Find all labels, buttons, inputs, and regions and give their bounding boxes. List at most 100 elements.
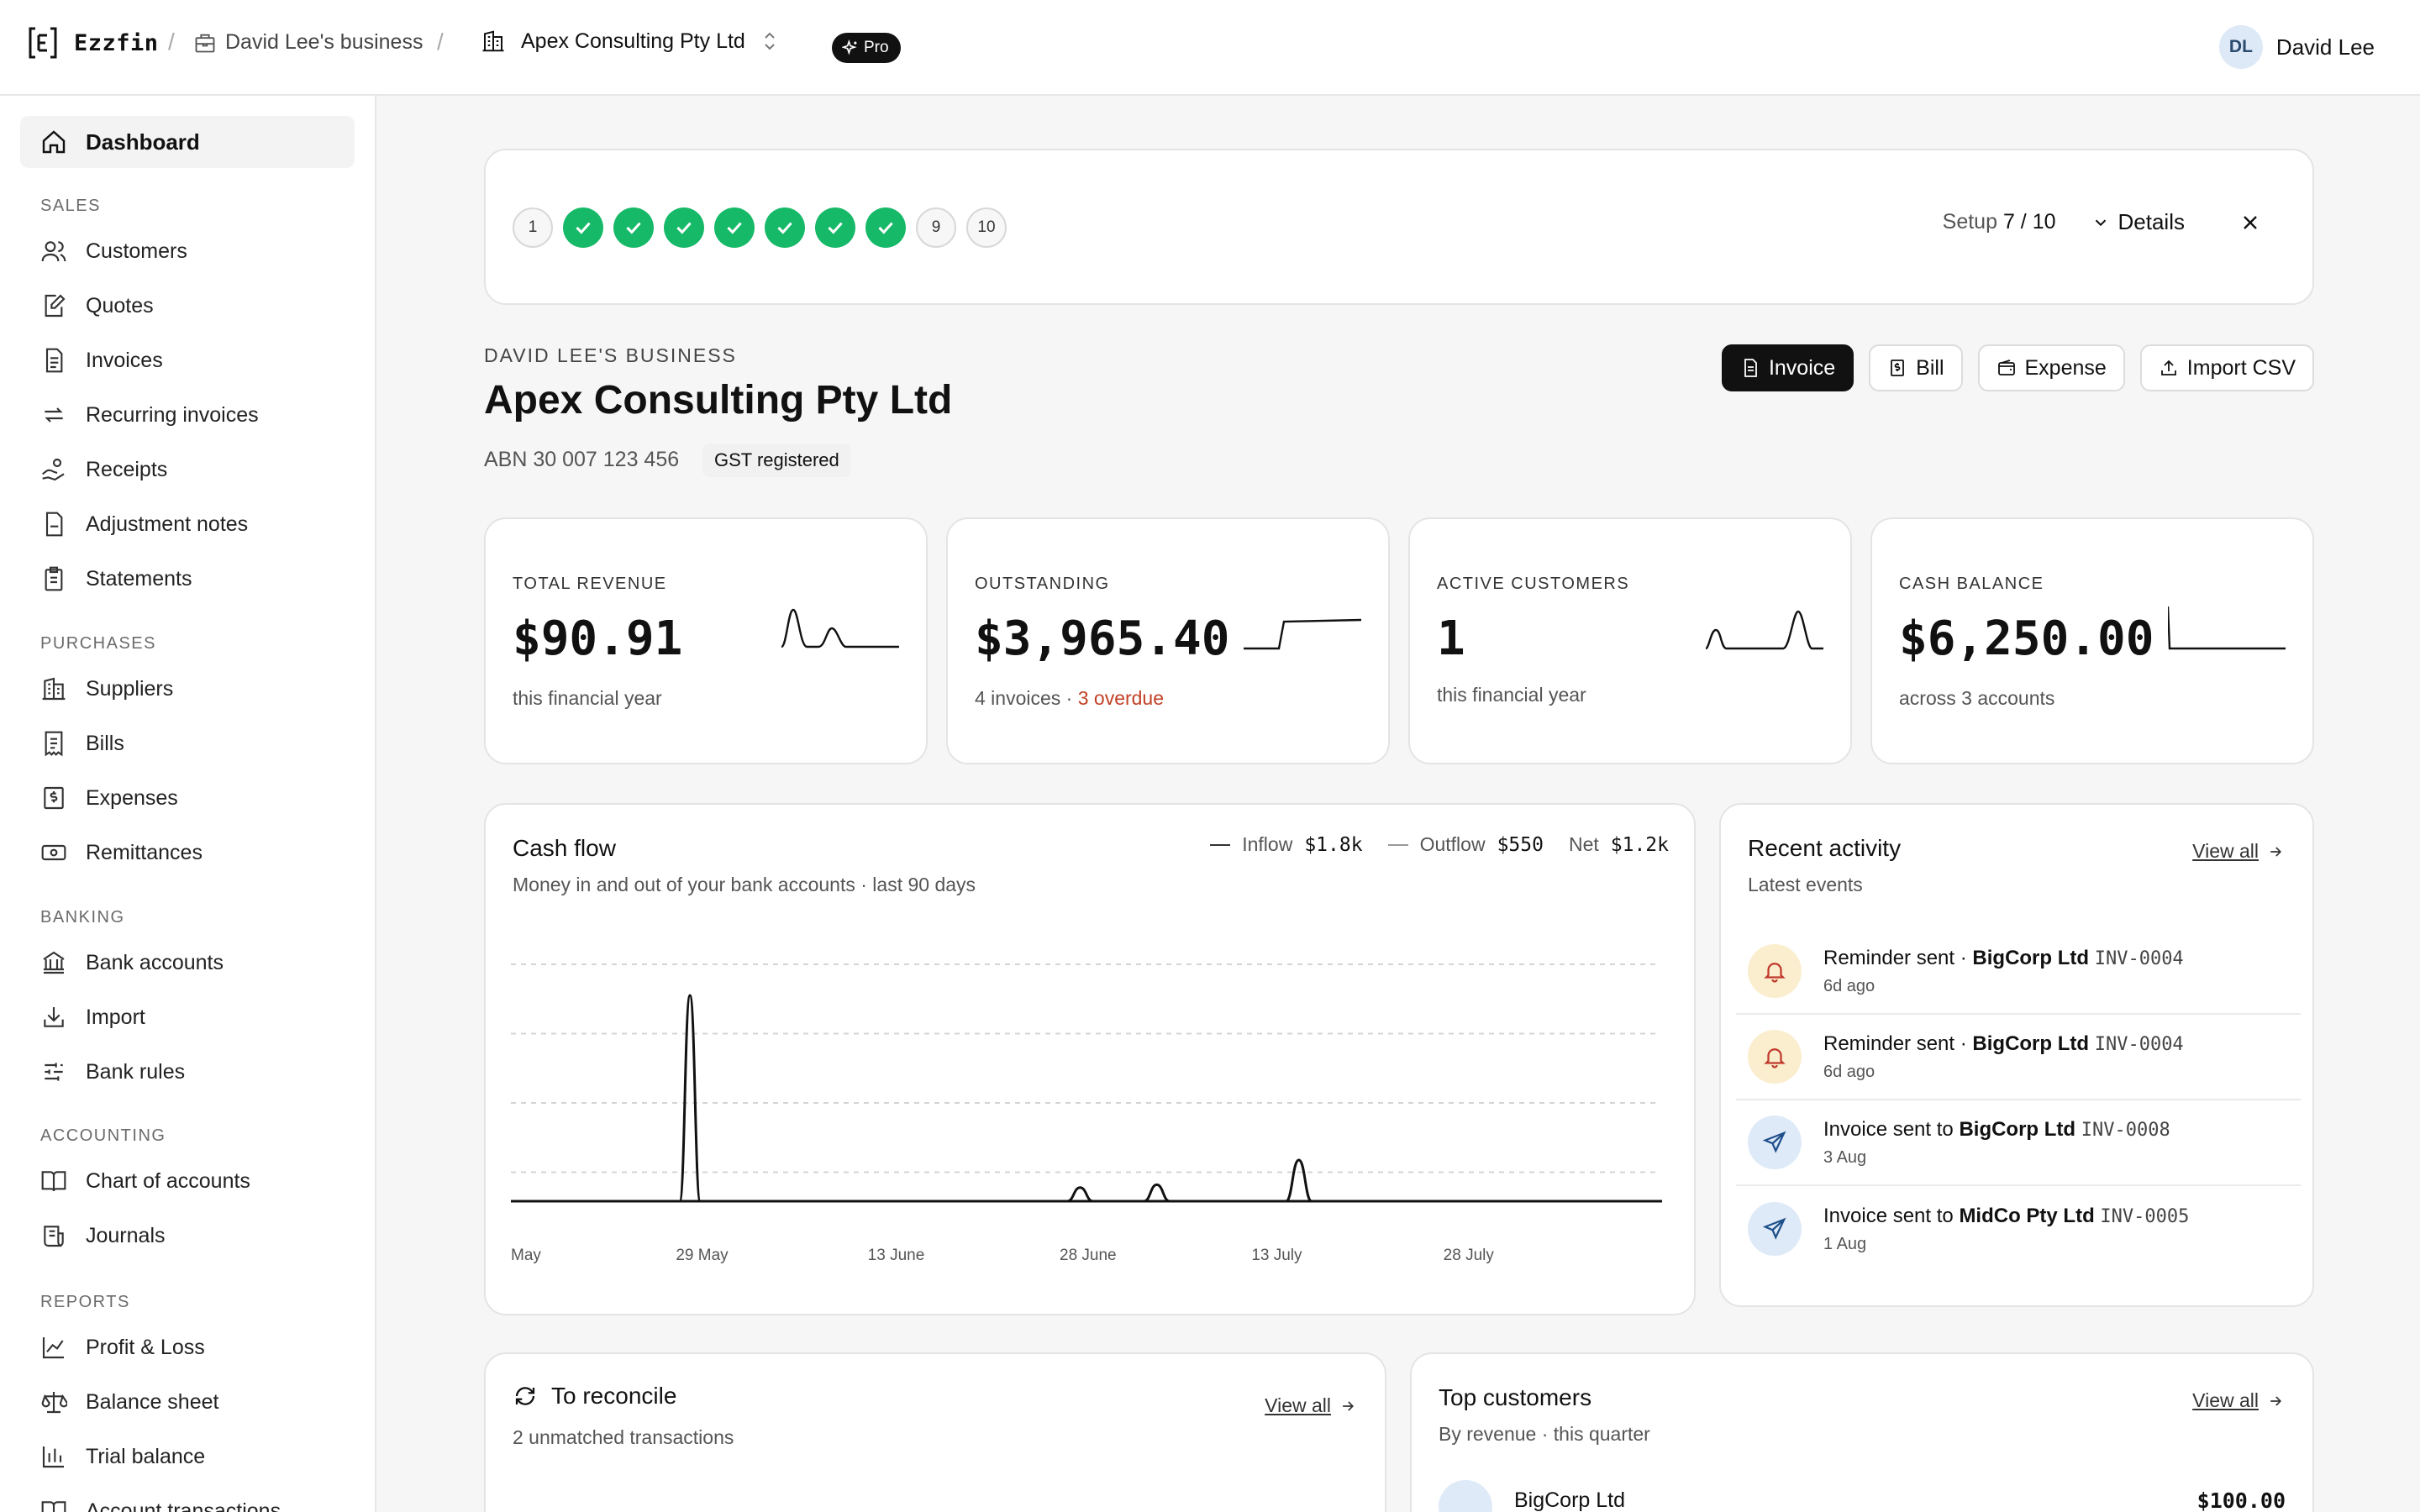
setup-progress-text: Setup 7 / 10 xyxy=(1943,210,2056,234)
setup-step-complete[interactable] xyxy=(815,207,855,248)
view-all-label: View all xyxy=(2192,1389,2259,1411)
sidebar-item-journals[interactable]: Journals xyxy=(40,1219,166,1252)
sparkline xyxy=(781,608,899,648)
receipt-icon xyxy=(45,731,63,757)
import-csv-button[interactable]: Import CSV xyxy=(2139,344,2314,391)
setup-step-pending[interactable]: 10 xyxy=(966,207,1007,248)
check-icon xyxy=(576,222,591,234)
setup-step-complete[interactable] xyxy=(664,207,704,248)
stat-card-active-customers[interactable]: ACTIVE CUSTOMERS 1 this financial year xyxy=(1408,517,1852,764)
file-minus-icon xyxy=(45,512,63,537)
sidebar: Dashboard SALES Customers Quotes Invoice… xyxy=(0,96,376,1512)
sidebar-item-label: Balance sheet xyxy=(86,1389,219,1414)
setup-step-complete[interactable] xyxy=(865,207,906,248)
sidebar-item-invoices[interactable]: Invoices xyxy=(40,344,163,377)
sidebar-item-receipts[interactable]: Receipts xyxy=(40,453,167,486)
bank-icon xyxy=(43,951,65,974)
sidebar-item-bank-rules[interactable]: Bank rules xyxy=(40,1055,185,1089)
top-customers-view-all-link[interactable]: View all xyxy=(2192,1389,2284,1412)
cash-flow-card: Cash flow Money in and out of your bank … xyxy=(484,803,1696,1315)
activity-customer: MidCo Pty Ltd xyxy=(1959,1204,2095,1227)
sidebar-item-label: Profit & Loss xyxy=(86,1335,205,1359)
setup-step-complete[interactable] xyxy=(613,207,654,248)
setup-controls: Setup 7 / 10 Details xyxy=(1943,209,2260,235)
details-label: Details xyxy=(2118,209,2185,234)
activity-ref: INV-0005 xyxy=(2100,1205,2190,1227)
sidebar-item-trial-balance[interactable]: Trial balance xyxy=(40,1440,205,1473)
new-expense-label: Expense xyxy=(2024,355,2107,380)
business-eyebrow: DAVID LEE'S BUSINESS xyxy=(484,344,737,366)
activity-ref: INV-0008 xyxy=(2081,1119,2170,1141)
sidebar-item-profit-loss[interactable]: Profit & Loss xyxy=(40,1331,205,1364)
sidebar-item-remittances[interactable]: Remittances xyxy=(40,836,203,869)
scroll-icon xyxy=(44,1226,64,1247)
users-icon xyxy=(41,241,66,262)
banknote-icon xyxy=(41,844,66,861)
activity-item[interactable]: Reminder sent · BigCorp Ltd INV-0004 6d … xyxy=(1736,1015,2301,1100)
sidebar-item-import[interactable]: Import xyxy=(40,1000,145,1034)
sidebar-item-account-transactions[interactable]: Account transactions xyxy=(40,1494,281,1512)
setup-step-pending[interactable]: 9 xyxy=(916,207,956,248)
activity-item[interactable]: Invoice sent to BigCorp Ltd INV-0008 3 A… xyxy=(1736,1100,2301,1186)
sidebar-section-banking: BANKING xyxy=(40,908,125,927)
activity-item[interactable]: Reminder sent · BigCorp Ltd INV-0004 6d … xyxy=(1736,929,2301,1015)
activity-time: 6d ago xyxy=(1823,1062,1876,1081)
logo-icon xyxy=(29,27,57,59)
stat-card-total-revenue[interactable]: TOTAL REVENUE $90.91 this financial year xyxy=(484,517,928,764)
sidebar-item-label: Bills xyxy=(86,731,124,755)
top-customers-subtitle: By revenue · this quarter xyxy=(1439,1423,1650,1445)
new-bill-button[interactable]: Bill xyxy=(1869,344,1963,391)
sparkline xyxy=(1706,610,1823,650)
new-expense-button[interactable]: Expense xyxy=(1977,344,2125,391)
top-customer-name[interactable]: BigCorp Ltd xyxy=(1514,1488,1625,1512)
setup-step-complete[interactable] xyxy=(765,207,805,248)
sidebar-item-quotes[interactable]: Quotes xyxy=(40,289,154,323)
stat-card-cash-balance[interactable]: CASH BALANCE $6,250.00 across 3 accounts xyxy=(1870,517,2314,764)
x-tick-label: 29 May xyxy=(676,1247,729,1264)
reconcile-view-all-link[interactable]: View all xyxy=(1265,1394,1356,1417)
view-all-label: View all xyxy=(1265,1394,1331,1416)
brand[interactable]: Ezzfin xyxy=(29,27,159,59)
chevron-down-icon xyxy=(2095,219,2106,226)
customer-avatar xyxy=(1439,1480,1492,1512)
sidebar-item-suppliers[interactable]: Suppliers xyxy=(40,672,173,706)
sidebar-item-balance-sheet[interactable]: Balance sheet xyxy=(40,1385,218,1419)
sidebar-item-bills[interactable]: Bills xyxy=(40,727,124,760)
sidebar-item-label: Bank accounts xyxy=(86,950,224,974)
setup-step-complete[interactable] xyxy=(563,207,603,248)
breadcrumb-business[interactable]: David Lee's business xyxy=(193,30,423,55)
sidebar-item-statements[interactable]: Statements xyxy=(40,562,192,596)
sidebar-item-customers[interactable]: Customers xyxy=(40,234,187,268)
sidebar-item-bank-accounts[interactable]: Bank accounts xyxy=(40,946,224,979)
sidebar-item-recurring-invoices[interactable]: Recurring invoices xyxy=(40,398,259,432)
breadcrumb-separator: / xyxy=(437,29,444,55)
sliders-icon xyxy=(45,1063,63,1081)
stat-subtext: this financial year xyxy=(513,687,662,709)
new-invoice-label: Invoice xyxy=(1768,355,1836,380)
sidebar-item-dashboard[interactable]: Dashboard xyxy=(20,116,355,168)
activity-item[interactable]: Invoice sent to MidCo Pty Ltd INV-0005 1… xyxy=(1736,1186,2301,1272)
arrow-right-icon xyxy=(2270,846,2282,857)
close-icon[interactable] xyxy=(2240,213,2260,233)
gst-badge: GST registered xyxy=(702,444,851,477)
setup-step-pending[interactable]: 1 xyxy=(513,207,553,248)
stat-card-outstanding[interactable]: OUTSTANDING $3,965.40 4 invoices · 3 ove… xyxy=(946,517,1390,764)
breadcrumb-business-label: David Lee's business xyxy=(225,30,424,54)
details-toggle-button[interactable]: Details xyxy=(2091,209,2185,235)
x-tick-label: 28 July xyxy=(1443,1247,1494,1264)
outflow-total: $550 xyxy=(1497,833,1544,856)
setup-step-complete[interactable] xyxy=(714,207,755,248)
stat-value: $3,965.40 xyxy=(975,612,1230,666)
sidebar-item-label: Quotes xyxy=(86,293,154,318)
new-invoice-button[interactable]: Invoice xyxy=(1721,344,1854,391)
sidebar-item-chart-of-accounts[interactable]: Chart of accounts xyxy=(40,1164,250,1198)
home-icon xyxy=(42,130,66,154)
activity-view-all-link[interactable]: View all xyxy=(2192,840,2284,863)
recent-activity-card: Recent activity Latest events View all R… xyxy=(1719,803,2314,1307)
user-menu[interactable]: DL David Lee xyxy=(2218,25,2375,69)
sidebar-item-adjustment-notes[interactable]: Adjustment notes xyxy=(40,507,248,541)
sidebar-item-expenses[interactable]: Expenses xyxy=(40,781,178,815)
cash-flow-chart[interactable] xyxy=(511,931,1662,1243)
org-switcher[interactable]: Apex Consulting Pty Ltd xyxy=(481,29,779,54)
activity-customer: BigCorp Ltd xyxy=(1972,1032,2090,1055)
